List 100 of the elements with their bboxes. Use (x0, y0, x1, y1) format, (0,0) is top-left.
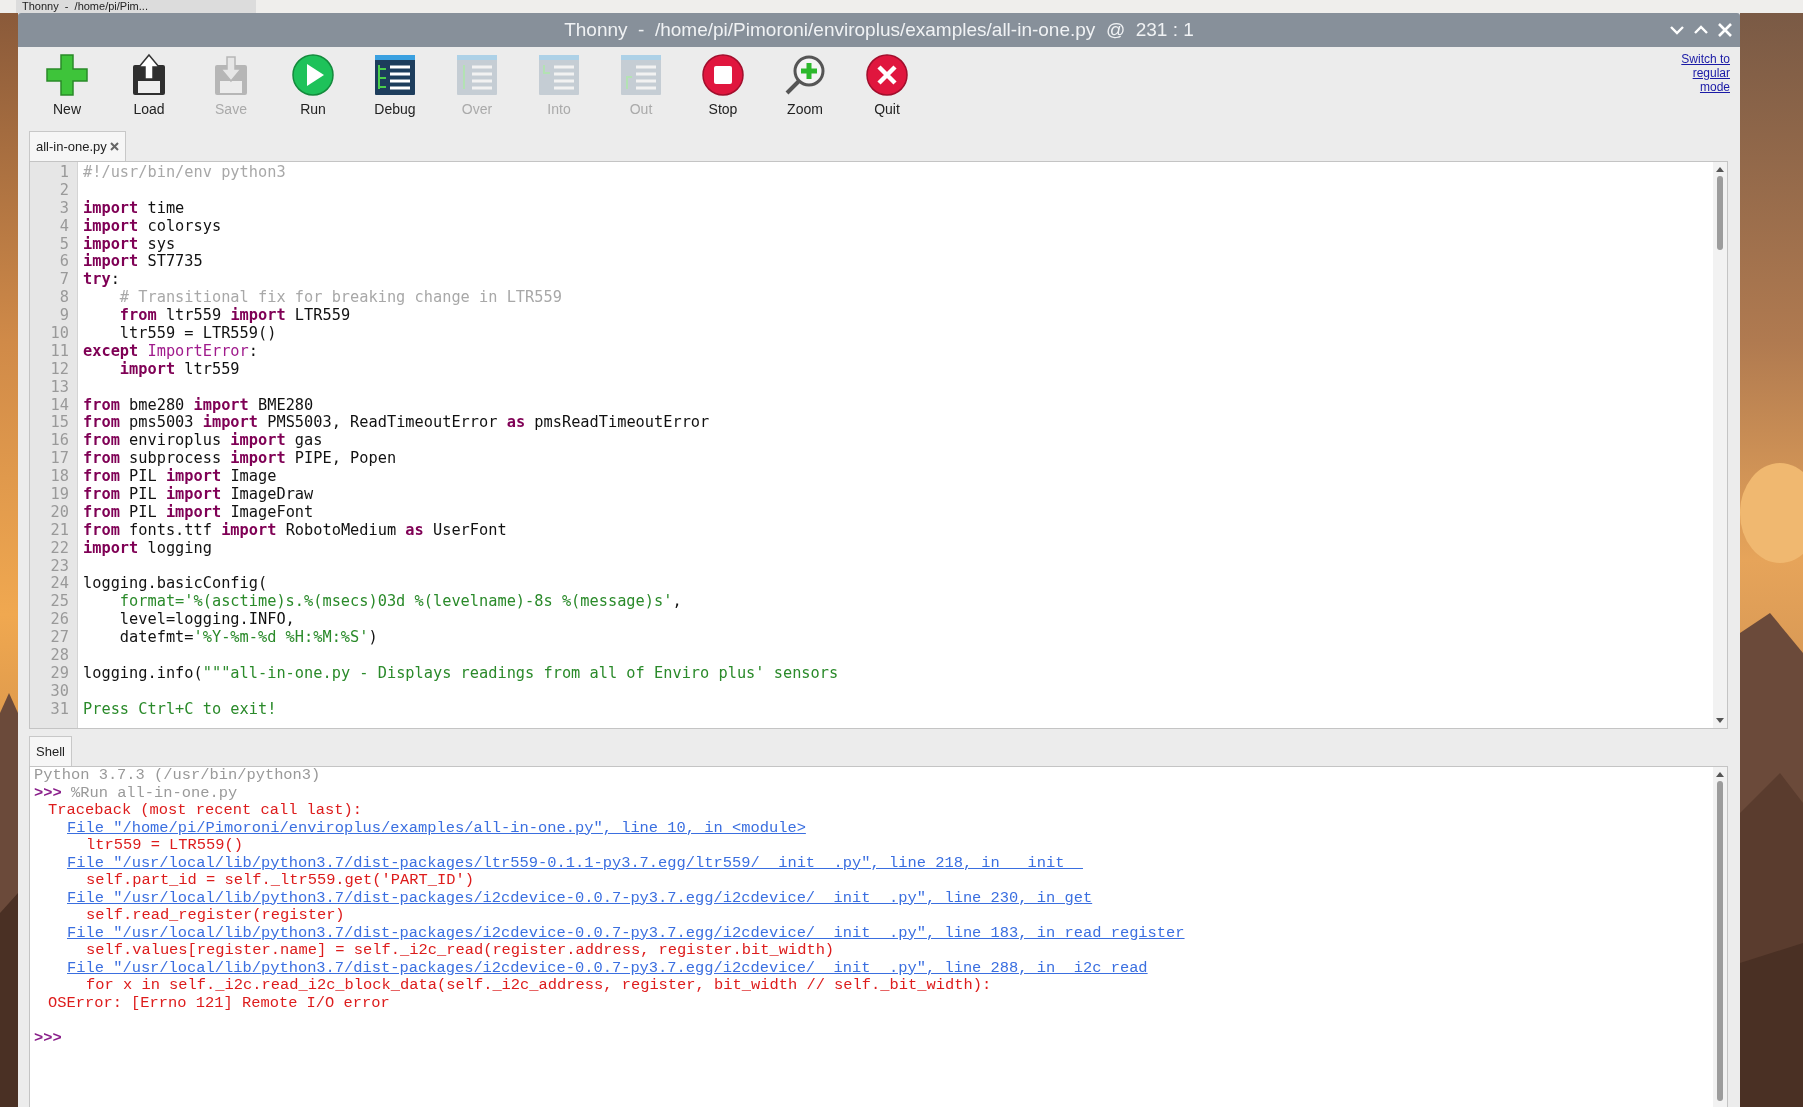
code-line: Press Ctrl+C to exit! (83, 700, 278, 719)
shell-line: for x in self._i2c.read_i2c_block_data(self._i2c_address, register, bit_width // self._bit_width): (85, 977, 993, 995)
file-link[interactable]: File "/usr/local/lib/python3.7/dist-packages/i2cdevice-0.0.7-py3.7.egg/i2cdevice/__init__.py", line 183, in read_register (67, 923, 1185, 942)
code-line: from enviroplus import gas (83, 432, 324, 450)
shell-line: self.part_id = self._ltr559.get('PART_ID') (85, 872, 475, 890)
line-number: 10 (49, 325, 70, 343)
file-link[interactable]: File "/usr/local/lib/python3.7/dist-packages/ltr559-0.1.1-py3.7.egg/ltr559/__init__.py", line 218, in __init__ (67, 853, 1083, 872)
list-icon (537, 53, 581, 97)
arrow-down-icon[interactable] (1715, 717, 1725, 725)
line-number: 24 (49, 575, 70, 594)
line-number: 11 (49, 342, 70, 361)
line-number: 5 (58, 235, 70, 254)
line-number: 26 (49, 611, 70, 630)
shell-line: >>> %Run all-in-one.py (34, 784, 239, 802)
list-icon (455, 53, 499, 97)
code-line: from subprocess import PIPE, Popen (83, 450, 398, 468)
line-number: 19 (49, 486, 70, 504)
code-line: from PIL import Image (83, 468, 278, 486)
line-number: 9 (58, 307, 70, 325)
code-line: datefmt='%Y-%m-%d %H:%M:%S') (118, 629, 379, 648)
file-link[interactable]: File "/usr/local/lib/python3.7/dist-packages/i2cdevice-0.0.7-py3.7.egg/i2cdevice/__init__.py", line 288, in _i2c_read (67, 958, 1148, 977)
window-title: Thonny - /home/pi/Pimoroni/enviroplus/examples/all-in-one.py @ 231 : 1 (564, 17, 1194, 42)
line-number: 8 (58, 289, 70, 308)
toolbar-button[interactable]: Run (272, 53, 354, 120)
shell-line: >>> (34, 1029, 63, 1047)
scrollbar[interactable] (1713, 767, 1727, 1107)
line-number: 15 (49, 414, 70, 433)
line-number: 18 (49, 468, 70, 487)
line-number: 7 (58, 271, 70, 290)
toolbar-button[interactable]: Quit (846, 53, 928, 120)
shell-line: self.values[register.name] = self._i2c_read(register.address, register.bit_width) (85, 942, 836, 960)
line-number: 28 (49, 647, 70, 665)
shell-line: Traceback (most recent call last): (47, 802, 364, 820)
line-number: 12 (49, 360, 70, 379)
code-line: import sys (83, 235, 177, 253)
code-line: try: (83, 271, 121, 290)
list-icon (373, 53, 417, 97)
play-icon (291, 53, 335, 97)
code-line: logging.basicConfig( (83, 575, 269, 594)
scrollbar[interactable] (1713, 162, 1727, 728)
toolbar-button[interactable]: Load (108, 53, 190, 120)
arrow-up-icon[interactable] (1715, 770, 1725, 778)
tab[interactable]: all-in-one.py (29, 130, 126, 161)
file-link[interactable]: File "/home/pi/Pimoroni/enviroplus/examples/all-in-one.py", line 10, in <module> (67, 818, 806, 837)
code-line: from PIL import ImageFont (83, 503, 315, 522)
line-number: 23 (49, 557, 70, 576)
line-number: 3 (58, 199, 70, 218)
line-number: 31 (49, 700, 70, 719)
code-line: except ImportError: (83, 342, 259, 361)
code-line: from pms5003 import PMS5003, ReadTimeoutError as pmsReadTimeoutError (83, 414, 711, 432)
plus-icon (45, 53, 89, 97)
tab[interactable]: Shell (29, 735, 72, 766)
code-line: from PIL import ImageDraw (83, 486, 315, 504)
line-number: 1 (58, 164, 70, 182)
shell-line: ltr559 = LTR559() (85, 837, 244, 855)
toolbar-button[interactable]: Zoom (764, 53, 846, 120)
line-number: 20 (49, 503, 70, 522)
shell-line: Python 3.7.3 (/usr/bin/python3) (34, 767, 322, 785)
arrow-up-icon[interactable] (1715, 165, 1725, 173)
code-line: from ltr559 import LTR559 (118, 307, 352, 325)
code-line: logging.info("""all-in-one.py - Displays readings from all of Enviro plus' sensors (83, 664, 840, 683)
line-number: 4 (58, 217, 70, 236)
shell-line: self.read_register(register) (85, 907, 346, 925)
taskbar-button[interactable]: Thonny - /home/pi/Pim... (16, 0, 256, 13)
mode-link[interactable]: Switch to regular mode (1660, 52, 1730, 94)
shell-line: OSError: [Errno 121] Remote I/O error (47, 994, 391, 1012)
scrollbar-thumb[interactable] (1717, 176, 1723, 250)
shell-console[interactable] (29, 766, 1728, 1107)
line-number: 2 (58, 181, 70, 200)
line-number: 17 (49, 450, 70, 469)
toolbar-button[interactable]: Debug (354, 53, 436, 120)
code-line: from fonts.ttf import RobotoMedium as UserFont (83, 521, 508, 540)
code-line: #!/usr/bin/env python3 (83, 164, 287, 182)
line-number: 27 (49, 629, 70, 648)
code-line: from bme280 import BME280 (83, 396, 315, 414)
code-line: import logging (83, 539, 213, 558)
code-line: import ltr559 (118, 360, 241, 379)
line-number: 22 (49, 539, 70, 558)
code-line: ltr559 = LTR559() (118, 325, 278, 343)
code-line: level=logging.INFO, (118, 611, 296, 630)
line-number: 16 (49, 432, 70, 451)
list-icon (619, 53, 663, 97)
line-number: 14 (49, 396, 70, 415)
code-line: format='%(asctime)s.%(msecs)03d %(levelname)-8s %(message)s', (118, 593, 683, 612)
line-number: 25 (49, 593, 70, 612)
line-number: 29 (49, 664, 70, 683)
x-circle-icon (865, 53, 909, 97)
code-line: # Transitional fix for breaking change in LTR559 (118, 289, 563, 307)
code-line: import colorsys (83, 217, 223, 236)
code-line: import time (83, 199, 186, 218)
code-line: import ST7735 (83, 253, 204, 272)
toolbar-button[interactable]: New (26, 53, 108, 120)
magnifier-icon (783, 53, 827, 97)
line-number: 13 (49, 378, 70, 397)
line-number: 6 (58, 253, 70, 272)
toolbar-button[interactable]: Stop (682, 53, 764, 120)
line-number: 21 (49, 521, 70, 540)
close-icon[interactable] (109, 141, 119, 151)
scrollbar-thumb[interactable] (1717, 781, 1723, 1101)
file-link[interactable]: File "/usr/local/lib/python3.7/dist-packages/i2cdevice-0.0.7-py3.7.egg/i2cdevice/__init__.py", line 230, in get (67, 888, 1093, 907)
